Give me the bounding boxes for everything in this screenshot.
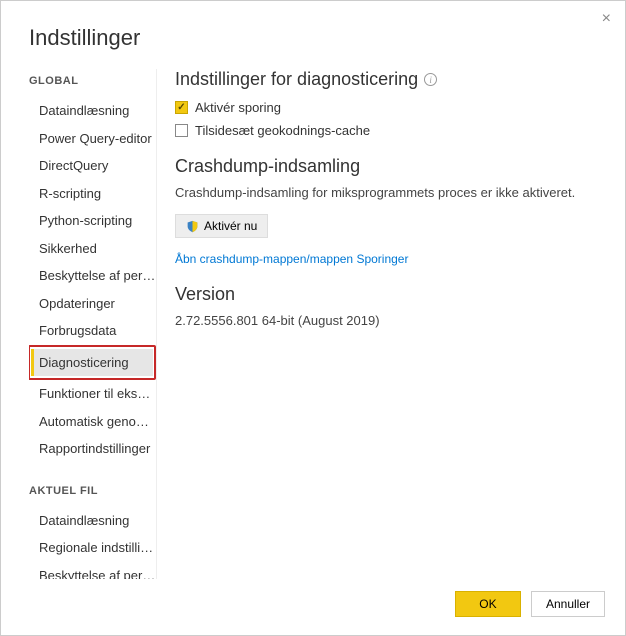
sidebar-item-security[interactable]: Sikkerhed — [31, 235, 156, 263]
ok-button[interactable]: OK — [455, 591, 521, 617]
main-panel: Indstillinger for diagnosticering i ✓ Ak… — [157, 69, 625, 579]
bypass-geocoding-checkbox[interactable] — [175, 124, 188, 137]
sidebar-item-autorecovery[interactable]: Automatisk genop… — [31, 408, 156, 436]
section-header-global: GLOBAL — [29, 75, 156, 87]
sidebar-item-privacy[interactable]: Beskyttelse af pers… — [31, 262, 156, 290]
sidebar-item-rscripting[interactable]: R-scripting — [31, 180, 156, 208]
sidebar-item-reportsettings[interactable]: Rapportindstillinger — [31, 435, 156, 463]
crashdump-heading: Crashdump-indsamling — [175, 156, 601, 177]
sidebar-item-preview[interactable]: Funktioner til ekse… — [31, 380, 156, 408]
sidebar-item-usagedata[interactable]: Forbrugsdata — [31, 317, 156, 345]
version-text: 2.72.5556.801 64-bit (August 2019) — [175, 313, 601, 328]
sidebar-item-current-dataload[interactable]: Dataindlæsning — [31, 507, 156, 535]
sidebar-item-powerquery[interactable]: Power Query-editor — [31, 125, 156, 153]
shield-icon — [186, 220, 199, 233]
diagnostics-heading: Indstillinger for diagnosticering i — [175, 69, 601, 90]
activate-now-label: Aktivér nu — [204, 219, 257, 233]
sidebar: GLOBAL Dataindlæsning Power Query-editor… — [29, 69, 157, 579]
dialog-footer: OK Annuller — [1, 579, 625, 635]
close-button[interactable]: × — [602, 11, 611, 27]
sidebar-item-directquery[interactable]: DirectQuery — [31, 152, 156, 180]
sidebar-item-current-regional[interactable]: Regionale indstillin… — [31, 534, 156, 562]
diagnostics-heading-text: Indstillinger for diagnosticering — [175, 69, 418, 90]
bypass-geocoding-label: Tilsidesæt geokodnings-cache — [195, 123, 370, 138]
version-heading: Version — [175, 284, 601, 305]
highlighted-selection: Diagnosticering — [29, 345, 156, 381]
enable-tracing-checkbox[interactable]: ✓ — [175, 101, 188, 114]
bypass-geocoding-row[interactable]: Tilsidesæt geokodnings-cache — [175, 123, 601, 138]
enable-tracing-label: Aktivér sporing — [195, 100, 281, 115]
sidebar-item-diagnostics[interactable]: Diagnosticering — [31, 349, 153, 377]
sidebar-item-dataload[interactable]: Dataindlæsning — [31, 97, 156, 125]
sidebar-item-pythonscripting[interactable]: Python-scripting — [31, 207, 156, 235]
crashdump-text: Crashdump-indsamling for miksprogrammets… — [175, 185, 601, 200]
open-crashdump-link[interactable]: Åbn crashdump-mappen/mappen Sporinger — [175, 252, 408, 266]
cancel-button[interactable]: Annuller — [531, 591, 605, 617]
dialog-title: Indstillinger — [1, 1, 625, 69]
activate-now-button[interactable]: Aktivér nu — [175, 214, 268, 238]
sidebar-item-current-privacy[interactable]: Beskyttelse af pers… — [31, 562, 156, 580]
enable-tracing-row[interactable]: ✓ Aktivér sporing — [175, 100, 601, 115]
info-icon[interactable]: i — [424, 73, 437, 86]
section-header-current: AKTUEL FIL — [29, 485, 156, 497]
sidebar-item-updates[interactable]: Opdateringer — [31, 290, 156, 318]
